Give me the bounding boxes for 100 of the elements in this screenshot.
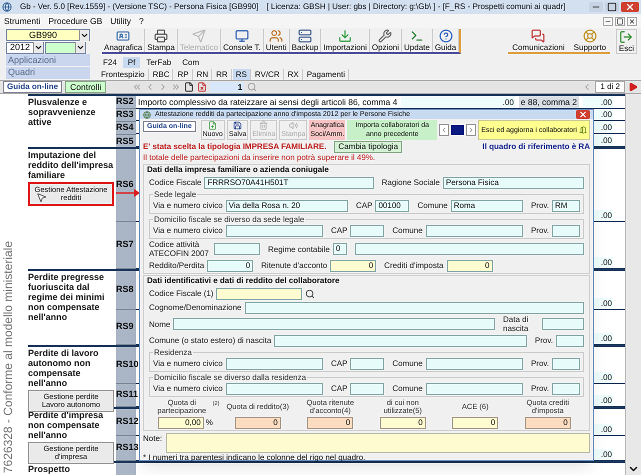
row-code: RS12	[116, 415, 139, 428]
applications-select[interactable]: Applicazioni	[6, 54, 90, 66]
row-code: RS8	[116, 283, 134, 296]
field-label: Prov.	[530, 384, 550, 393]
toolbar-button[interactable]: Opzioni	[370, 29, 402, 52]
field-label: Via e numero civico	[153, 359, 223, 368]
section-title: Prospetto	[28, 464, 72, 474]
group-title: Residenza	[153, 348, 193, 357]
toolbar-button[interactable]: Importazioni	[321, 29, 370, 52]
footnote-text: * I numeri tra parentesi indicano le colonne del rigo nel quadro.	[142, 453, 366, 463]
field-label: Codice attività ATECOFIN 2007	[149, 240, 210, 258]
row-code: RS7	[116, 238, 134, 252]
model-caption: 7626328 - Conforme al modello ministeriale	[0, 240, 16, 473]
row-code: RS2	[116, 95, 134, 108]
menu-item[interactable]: Procedure GB	[48, 14, 102, 28]
row-code: RS3	[116, 108, 134, 122]
section-title: Dati identificativi e dati di reddito del collaboratore	[147, 276, 340, 286]
menu-item[interactable]: Utility	[110, 14, 132, 28]
tab[interactable]: Com	[177, 57, 204, 68]
row-code: RS10	[116, 358, 139, 372]
field-label: Comune	[392, 359, 423, 368]
input-field[interactable]: 0	[452, 417, 498, 429]
field-label: Prov.	[530, 201, 550, 210]
input-field[interactable]: Persona Fisica	[442, 176, 584, 188]
field-label: Reddito/Perdita	[149, 261, 204, 270]
tab[interactable]: TerFab	[141, 57, 176, 68]
toolbar-button[interactable]: Comunicazioni	[508, 29, 569, 52]
field-label: Nome	[149, 320, 170, 328]
field-label: Prov.	[530, 226, 550, 235]
checks-button[interactable]: Controlli	[65, 81, 106, 93]
unit-label: %	[206, 417, 213, 429]
input-field[interactable]: RM	[552, 200, 580, 212]
window-title: Gb - Ver. 5.0 [Rev.1559] - (Versione TSC) - Persona Fisica [GB990]	[20, 1, 258, 13]
row-code: RS6	[116, 178, 134, 192]
record-field[interactable]: 1	[210, 82, 244, 92]
page-indicator: 1 di 2	[595, 81, 625, 93]
input-field[interactable]: 0	[332, 243, 347, 255]
field-label: Data di nascita	[503, 315, 530, 333]
section-title: Perdite pregresse fuoriuscita dal regime dei minimi non compensate nell'anno	[28, 272, 106, 322]
field-label: CAP	[330, 359, 348, 368]
tab[interactable]: Pf	[122, 57, 140, 68]
field-label: Comune (o stato estero) di nascita	[149, 336, 272, 345]
tab[interactable]: F24	[98, 57, 122, 68]
field-label: CAP	[330, 226, 348, 235]
warning-text: Il totale delle partecipazioni da inserire non potrà superare il 49%.	[142, 153, 376, 163]
row-code: RS5	[116, 134, 134, 148]
field-label: Via e numero civico	[153, 384, 223, 393]
toolbar-button[interactable]: Update	[402, 29, 433, 52]
input-field[interactable]: 0	[307, 417, 354, 429]
notice-text: E' stata scelta la tipologia IMPRESA FAMILIARE.	[143, 141, 326, 153]
section-title: Imputazione del reddito dell'impresa familiare	[28, 150, 114, 180]
input-field[interactable]: 0	[446, 260, 492, 272]
field-label: Comune	[392, 226, 423, 235]
amount-field[interactable]: .00	[401, 96, 515, 108]
section-title: Plusvalenze e sopravvenienze attive	[28, 97, 97, 127]
field-label: Crediti d'imposta	[384, 261, 444, 270]
company-select[interactable]: GB990	[6, 29, 90, 41]
toolbar-button[interactable]: Console T.	[221, 29, 264, 52]
year-select[interactable]: 2012	[6, 42, 44, 54]
input-field[interactable]: 0	[207, 260, 254, 272]
field-label: Prov.	[530, 359, 550, 368]
help-link[interactable]: Guida on-line	[3, 81, 62, 93]
row-code: RS9	[116, 320, 134, 334]
field-label: Comune	[417, 201, 448, 210]
tab[interactable]: RS	[232, 69, 251, 80]
note-label: Note:	[143, 433, 162, 445]
toolbar-button[interactable]: Stampa	[145, 29, 178, 52]
row-description: Importo complessivo da rateizzare ai sensi degli articoli 86, comma 4	[137, 96, 398, 108]
field-label: Ritenute d'acconto	[261, 261, 328, 270]
menu-item[interactable]: Strumenti	[4, 14, 40, 28]
input-field[interactable]: 0	[380, 417, 426, 429]
field-label: Regime contabile	[268, 244, 330, 254]
menu-item[interactable]: ?	[139, 14, 144, 28]
toolbar-button[interactable]: Anagrafica	[102, 29, 146, 52]
exit-button[interactable]: Esci	[616, 29, 637, 54]
toolbar-button[interactable]: Backup	[290, 29, 322, 52]
toolbar-button[interactable]: Supporto	[570, 29, 610, 52]
input-field[interactable]: 00100	[375, 200, 410, 212]
input-field[interactable]: 0	[524, 417, 571, 429]
input-field[interactable]: Via della Rosa n. 20	[226, 200, 348, 212]
section-title: Perdite d'impresa non compensate nell'anno	[28, 410, 104, 440]
field-label: CAP	[356, 201, 372, 210]
row-description: e 88, comma 2	[518, 96, 579, 108]
group-title: Sede legale	[153, 190, 198, 199]
field-label: Comune	[392, 384, 423, 393]
change-type-button[interactable]: Cambia tipologia	[334, 141, 402, 153]
field-label: Via e numero civico	[153, 201, 223, 210]
field-label: Ragione Sociale	[382, 178, 440, 187]
input-field[interactable]: 0,00	[158, 417, 204, 429]
input-field[interactable]: 0	[234, 417, 281, 429]
toolbar-button[interactable]: Guida	[432, 29, 460, 52]
input-field[interactable]: FRRRSO70A41H501T	[204, 176, 374, 188]
toolbar-button[interactable]: Utenti	[264, 29, 290, 52]
quadri-select[interactable]: Quadri	[6, 66, 90, 79]
input-field[interactable]: Roma	[450, 200, 523, 212]
input-field[interactable]: 0	[330, 260, 376, 272]
section-title: Perdite di lavoro autonomo non compensate nell'anno	[28, 348, 100, 388]
amount-field[interactable]: .00	[583, 96, 613, 108]
field-label: Prov.	[534, 336, 553, 345]
field-label: Codice Fiscale (1)	[149, 289, 214, 298]
